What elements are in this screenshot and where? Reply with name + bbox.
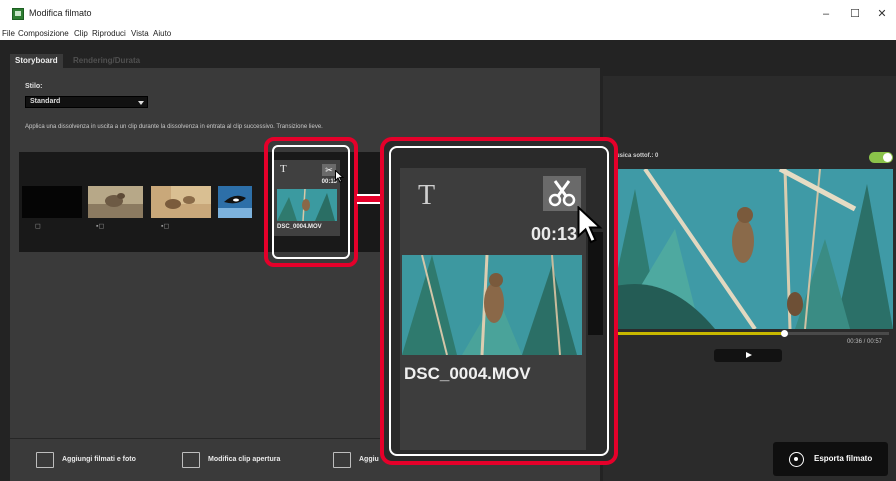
tab-rendering-durata[interactable]: Rendering/Durata	[68, 54, 145, 68]
add-media-label: Aggiungi filmati e foto	[62, 456, 136, 463]
mouse-cursor-small-icon	[335, 170, 344, 183]
clip-thumbnail-animal[interactable]	[88, 186, 143, 218]
export-icon	[789, 452, 804, 467]
menu-aiuto[interactable]: Aiuto	[153, 29, 171, 38]
window-title: Modifica filmato	[29, 8, 92, 18]
clip-thumbnail-orca[interactable]	[218, 186, 252, 218]
menu-bar: File Composizione Clip Riproduci Vista A…	[0, 28, 896, 40]
progress-knob[interactable]	[781, 330, 788, 337]
zoomed-scissors-icon	[543, 176, 581, 211]
music-toggle[interactable]	[869, 152, 893, 163]
preview-panel: Musica sottof.: 0 00:36 / 00:57 Esporta …	[603, 76, 896, 481]
style-label: Stilo:	[25, 83, 43, 90]
menu-clip[interactable]: Clip	[74, 29, 88, 38]
highlight-connector	[357, 194, 382, 204]
app-icon	[12, 8, 24, 20]
time-readout: 00:36 / 00:57	[846, 339, 882, 345]
edit-opening-clip-label: Modifica clip apertura	[208, 456, 281, 463]
export-label: Esporta filmato	[814, 454, 873, 463]
chevron-down-icon	[138, 101, 144, 105]
progress-fill	[605, 332, 784, 335]
zoomed-title-t-icon: T	[418, 180, 436, 211]
highlight-small	[264, 137, 358, 267]
style-select-value: Standard	[30, 98, 61, 105]
style-description: Applica una dissolvenza in uscita a un c…	[25, 124, 323, 130]
menu-riproduci[interactable]: Riproduci	[92, 29, 126, 38]
title-bar: Modifica filmato – ☐ ✕	[0, 0, 896, 28]
zoom-callout: T 00:13 DSC_0004.MOV	[380, 137, 618, 465]
clip-icon-row: ▪◻	[161, 223, 170, 230]
add-label: Aggiu	[359, 456, 379, 463]
add-clip-icon	[333, 452, 351, 468]
menu-vista[interactable]: Vista	[131, 29, 149, 38]
progress-track[interactable]	[605, 330, 889, 337]
zoomed-clip-duration: 00:13	[531, 224, 578, 244]
zoomed-clip-filename: DSC_0004.MOV	[404, 364, 531, 383]
zoom-callout-inner: T 00:13 DSC_0004.MOV	[389, 146, 609, 456]
film-clip-icon	[182, 452, 200, 468]
mouse-cursor-large-icon	[577, 206, 603, 244]
clip-icon-row: ◻	[35, 223, 41, 230]
close-button[interactable]: ✕	[872, 6, 892, 22]
tab-storyboard[interactable]: Storyboard	[10, 54, 63, 68]
clip-thumbnail-deer[interactable]	[151, 186, 211, 218]
zoomed-clip-thumbnail	[402, 255, 582, 355]
music-label: Musica sottof.: 0	[611, 153, 659, 159]
minimize-button[interactable]: –	[816, 6, 836, 22]
zoomed-clip-card: T 00:13 DSC_0004.MOV	[400, 168, 586, 450]
style-select[interactable]: Standard	[25, 96, 148, 108]
play-icon	[746, 352, 752, 358]
menu-composizione[interactable]: Composizione	[18, 29, 69, 38]
video-preview	[605, 169, 893, 329]
clip-icon-row: ▪◻	[96, 223, 105, 230]
play-button[interactable]	[714, 349, 782, 362]
highlight-small-inner	[272, 145, 350, 259]
export-button[interactable]: Esporta filmato	[773, 442, 888, 476]
menu-file[interactable]: File	[2, 29, 15, 38]
clip-thumbnail-black[interactable]	[22, 186, 82, 218]
add-media-icon	[36, 452, 54, 468]
zoomed-next-clip-edge	[588, 232, 603, 335]
maximize-button[interactable]: ☐	[845, 6, 865, 22]
